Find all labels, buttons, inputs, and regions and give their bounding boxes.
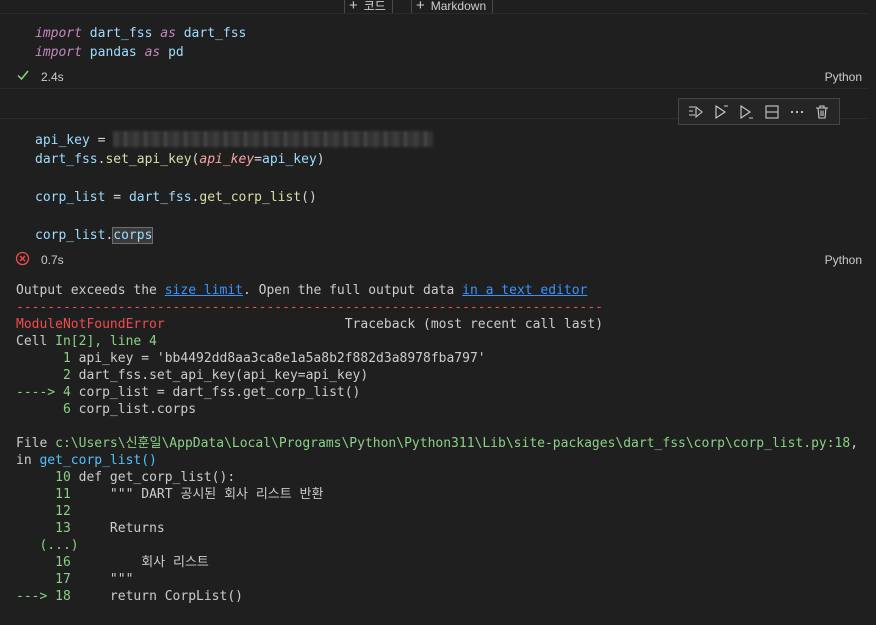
traceback-line: 13 Returns — [55, 521, 165, 536]
execution-time: 0.7s — [41, 253, 64, 267]
highlighted-token: corps — [112, 227, 154, 244]
code-line-3: corp_list = dart_fss.get_corp_list() — [35, 190, 317, 205]
size-limit-link[interactable]: size limit — [165, 283, 243, 298]
add-code-label: 코드 — [363, 0, 386, 13]
add-cell-bar: + 코드 + Markdown — [0, 0, 876, 15]
cell-status-bar: 0.7s Python — [0, 250, 866, 270]
traceback-function: in get_corp_list() — [16, 453, 157, 468]
traceback-ellipsis: (...) — [16, 538, 79, 553]
error-circle-icon — [15, 251, 30, 269]
traceback-line: 2 dart_fss.set_api_key(api_key=api_key) — [62, 368, 369, 383]
traceback-line: 1 api_key = 'bb4492dd8aa3ca8e1a5a8b2f882… — [62, 351, 486, 366]
check-icon — [16, 68, 30, 85]
delete-icon[interactable] — [811, 101, 833, 123]
output-notice: Output exceeds the size limit. Open the … — [16, 283, 588, 298]
plus-icon: + — [349, 0, 358, 14]
redacted-api-key — [113, 131, 433, 147]
cell-language[interactable]: Python — [825, 253, 862, 267]
traceback-header: ModuleNotFoundError Traceback (most rece… — [16, 317, 604, 332]
execution-time: 2.4s — [41, 70, 64, 84]
traceback-line: 6 corp_list.corps — [62, 402, 197, 417]
traceback-file: File c:\Users\신훈일\AppData\Local\Programs… — [16, 436, 859, 451]
code-line-4: corp_list.corps — [35, 227, 154, 244]
traceback-line: 10 def get_corp_list(): — [55, 470, 236, 485]
execute-below-icon[interactable] — [735, 101, 757, 123]
traceback-line: 12 — [55, 504, 71, 519]
cell-status-bar: 2.4s Python — [0, 67, 866, 87]
plus-icon: + — [416, 0, 425, 14]
traceback-cell-ref: Cell In[2], line 4 — [16, 334, 157, 349]
traceback-line-current: ----> 4 corp_list = dart_fss.get_corp_li… — [16, 385, 361, 400]
cell-language[interactable]: Python — [825, 70, 862, 84]
run-by-line-icon[interactable] — [685, 101, 707, 123]
traceback-line-current: ---> 18 return CorpList() — [16, 589, 243, 604]
file-path-link[interactable]: c:\Users\신훈일\AppData\Local\Programs\Pyth… — [55, 436, 850, 451]
code-line-1: api_key = — [35, 133, 114, 148]
traceback-separator: ----------------------------------------… — [16, 300, 603, 315]
execute-above-icon[interactable] — [710, 101, 732, 123]
cell-output: Output exceeds the size limit. Open the … — [0, 270, 868, 625]
more-icon[interactable] — [786, 101, 808, 123]
open-in-editor-link[interactable]: in a text editor — [462, 283, 587, 298]
code-line-2: dart_fss.set_api_key(api_key=api_key) — [35, 152, 325, 167]
code-line-1: import dart_fss as dart_fss — [35, 26, 247, 41]
split-cell-icon[interactable] — [761, 101, 783, 123]
add-markdown-label: Markdown — [430, 0, 487, 13]
cell-toolbar — [678, 98, 840, 125]
code-line-2: import pandas as pd — [35, 45, 184, 60]
traceback-line: 16 회사 리스트 — [55, 555, 209, 570]
traceback-line: 11 """ DART 공시된 회사 리스트 반환 — [55, 487, 324, 502]
traceback-line: 17 """ — [55, 572, 134, 587]
code-cell-1[interactable]: import dart_fss as dart_fss import panda… — [0, 13, 868, 89]
